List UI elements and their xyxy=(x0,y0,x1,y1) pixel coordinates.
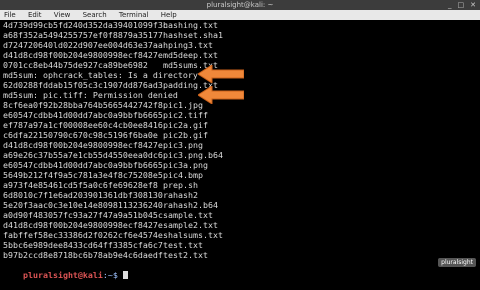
hash-value: a68f352a5494255757ef0f8879a35177 xyxy=(3,30,163,40)
file-name: pic2b.gif xyxy=(163,130,208,140)
menu-help[interactable]: Help xyxy=(161,11,177,19)
prompt-user: pluralsight@kali xyxy=(22,270,103,280)
hash-value: 5e20f3aac0c3e10e14e8098113236240 xyxy=(3,200,163,210)
file-name: test.txt xyxy=(163,240,203,250)
hash-line: fabffef58ec33386d2f0262cf6e4574eshalsums… xyxy=(3,230,223,240)
hash-line: e60547cdbb41d00dd7abc0a9bbfb6665pic3a.pn… xyxy=(3,160,208,170)
hash-value: e60547cdbb41d00dd7abc0a9bbfb6665 xyxy=(3,160,163,170)
file-name: prep.sh xyxy=(163,180,198,190)
close-icon[interactable]: ✕ xyxy=(470,1,476,9)
file-name: pic3a.png xyxy=(163,160,208,170)
window-title: pluralsight@kali: ~ xyxy=(206,1,274,9)
file-name: pic2a.gif xyxy=(163,120,208,130)
text-cursor xyxy=(122,271,128,279)
hash-value: c6dfa22150790c670c98c5196f6ba0e xyxy=(3,130,158,140)
terminal-output[interactable]: 4d739d99cb5fd240d352da39401099f3chashing… xyxy=(0,20,480,280)
hash-value: a0d90f483057fc93a27f47a9a51b045c xyxy=(3,210,163,220)
menu-search[interactable]: Search xyxy=(83,11,107,19)
hash-line: 8cf6ea0f92b28bba764b5665442742f8pic1.jpg xyxy=(3,100,203,110)
window-titlebar: pluralsight@kali: ~ _ □ ✕ xyxy=(0,0,480,10)
hash-line: d41d8cd98f00b204e9800998ecf8427emd5deep.… xyxy=(3,50,218,60)
hash-line: a0d90f483057fc93a27f47a9a51b045csample.t… xyxy=(3,210,213,220)
hash-value: a973f4e85461cd5f5a0c6fe69628ef8 xyxy=(3,180,158,190)
file-name: rahash2.b64 xyxy=(163,200,218,210)
hash-value: 5649b212f4f9a5c781a3e4f8c75208e5 xyxy=(3,170,163,180)
hash-value: 0701cc8eb44b75de927ca89be6982 xyxy=(3,60,148,70)
hash-line: e60547cdbb41d00dd7abc0a9bbfb6665pic2.tif… xyxy=(3,110,208,120)
hash-value: e60547cdbb41d00dd7abc0a9bbfb6665 xyxy=(3,110,163,120)
hash-line: 4d739d99cb5fd240d352da39401099f3chashing… xyxy=(3,20,218,30)
hash-line: d724720640ld022d907ee004d63e37aahping3.t… xyxy=(3,40,213,50)
hash-line: 0701cc8eb44b75de927ca89be6982 md5sums.txt xyxy=(3,60,218,70)
hash-value: 8cf6ea0f92b28bba764b5665442742f8 xyxy=(3,100,163,110)
file-name: shalsums.txt xyxy=(163,230,223,240)
hash-value: 4d739d99cb5fd240d352da39401099f3c xyxy=(3,20,168,30)
maximize-icon[interactable]: □ xyxy=(458,1,465,9)
arrow-icon xyxy=(198,86,244,104)
menu-bar: File Edit View Search Terminal Help xyxy=(0,10,480,20)
hash-line: 62d0288fddab15f05c3c1907dd876ad3padding.… xyxy=(3,80,218,90)
file-name: pic4.bmp xyxy=(163,170,203,180)
file-name: md5deep.txt xyxy=(163,50,218,60)
menu-terminal[interactable]: Terminal xyxy=(119,11,149,19)
hash-line: a68f352a5494255757ef0f8879a35177hashset.… xyxy=(3,30,223,40)
hash-line: a973f4e85461cd5f5a0c6fe69628ef8 prep.sh xyxy=(3,180,198,190)
hash-line: 5bbc6e989dee8433cd64ff3385cfa6c7test.txt xyxy=(3,240,203,250)
file-name: pic1.jpg xyxy=(163,100,203,110)
file-name: test2.txt xyxy=(163,250,208,260)
arrow-icon xyxy=(198,65,244,83)
window-controls: _ □ ✕ xyxy=(442,0,476,10)
hash-line: d41d8cd98f00b204e9800998ecf8427esample2.… xyxy=(3,220,218,230)
file-name: pic3.png xyxy=(163,140,203,150)
hash-line: ef787a97a1cf00008ee60c4cb0ee8416pic2a.gi… xyxy=(3,120,208,130)
hash-line: a69e26c37b55a7e1cb55d4550eea0dc6pic3.png… xyxy=(3,150,223,160)
hash-value: a69e26c37b55a7e1cb55d4550eea0dc6 xyxy=(3,150,163,160)
file-name: sample2.txt xyxy=(163,220,218,230)
hash-line: d41d8cd98f00b204e9800998ecf8427epic3.png xyxy=(3,140,203,150)
file-name: rahash2 xyxy=(163,190,198,200)
prompt-line: pluralsight@kali:~$ xyxy=(3,260,128,290)
hash-value: 5bbc6e989dee8433cd64ff3385cfa6c7 xyxy=(3,240,163,250)
watermark-logo: pluralsight xyxy=(438,258,476,267)
hash-value: b97b2ccd8e8718bc6b78ab9e4c6daedf xyxy=(3,250,163,260)
minimize-icon[interactable]: _ xyxy=(448,1,452,9)
hash-value: ef787a97a1cf00008ee60c4cb0ee8416 xyxy=(3,120,163,130)
hash-line: b97b2ccd8e8718bc6b78ab9e4c6daedftest2.tx… xyxy=(3,250,208,260)
hash-line: 5e20f3aac0c3e10e14e8098113236240rahash2.… xyxy=(3,200,218,210)
hash-value: 62d0288fddab15f05c3c1907dd876ad3 xyxy=(3,80,163,90)
hash-line: 5649b212f4f9a5c781a3e4f8c75208e5pic4.bmp xyxy=(3,170,203,180)
hash-value: fabffef58ec33386d2f0262cf6e4574e xyxy=(3,230,163,240)
hash-value: d724720640ld022d907ee004d63e37aa xyxy=(3,40,163,50)
prompt-symbol: :~$ xyxy=(102,270,123,280)
error-line: md5sum: pic.tiff: Permission denied xyxy=(3,90,178,100)
file-name: hashing.txt xyxy=(163,20,218,30)
file-name: pic2.tiff xyxy=(163,110,208,120)
menu-edit[interactable]: Edit xyxy=(28,11,42,19)
file-name: hashset.sha1 xyxy=(163,30,223,40)
menu-view[interactable]: View xyxy=(54,11,71,19)
error-line: md5sum: ophcrack_tables: Is a directory xyxy=(3,70,198,80)
hash-value: d41d8cd98f00b204e9800998ecf8427e xyxy=(3,220,163,230)
file-name: pic3.png.b64 xyxy=(163,150,223,160)
file-name: hping3.txt xyxy=(163,40,213,50)
menu-file[interactable]: File xyxy=(4,11,16,19)
hash-line: c6dfa22150790c670c98c5196f6ba0e pic2b.gif xyxy=(3,130,208,140)
hash-value: d41d8cd98f00b204e9800998ecf8427e xyxy=(3,140,163,150)
hash-value: 6d8010c7f1e6ad203901361dbf308130 xyxy=(3,190,163,200)
file-name: sample.txt xyxy=(163,210,213,220)
hash-line: 6d8010c7f1e6ad203901361dbf308130rahash2 xyxy=(3,190,198,200)
hash-value: d41d8cd98f00b204e9800998ecf8427e xyxy=(3,50,163,60)
